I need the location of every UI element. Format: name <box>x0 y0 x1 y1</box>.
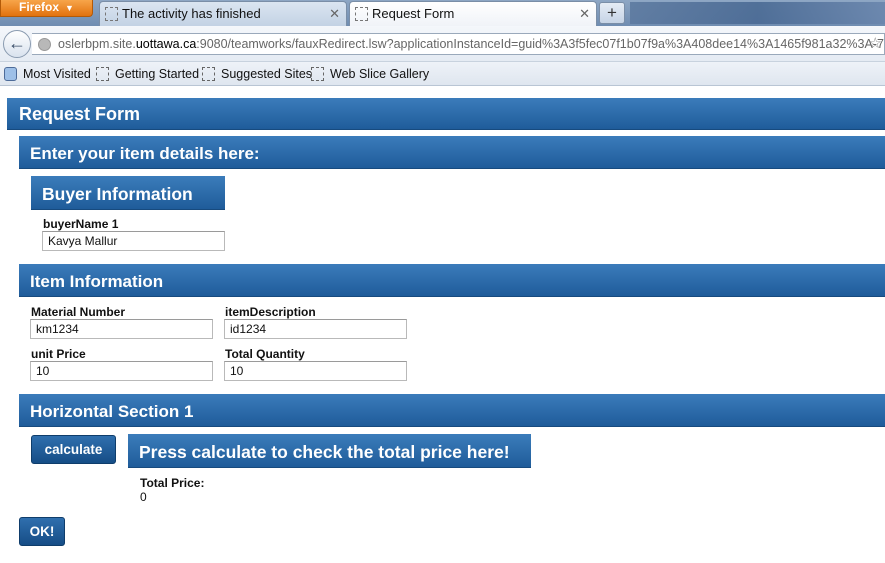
globe-icon <box>38 38 51 51</box>
unit-price-label: unit Price <box>31 347 86 361</box>
firefox-menu-button[interactable]: Firefox ▼ <box>0 0 93 17</box>
total-price-label: Total Price: <box>140 476 205 490</box>
buyer-section-heading: Buyer Information <box>31 176 225 210</box>
ok-button[interactable]: OK! <box>19 517 65 546</box>
url-domain: uottawa.ca <box>135 37 197 51</box>
url-suffix: :9080/teamworks/fauxRedirect.lsw?applica… <box>196 37 885 51</box>
material-number-field[interactable]: km1234 <box>30 319 213 339</box>
tab-request-form[interactable]: Request Form ✕ <box>349 1 597 26</box>
chevron-down-icon: ▼ <box>65 3 74 13</box>
calculate-button[interactable]: calculate <box>31 435 116 464</box>
bookmark-label: Most Visited <box>23 67 91 81</box>
back-button[interactable]: ← <box>3 30 31 58</box>
request-form-page: Request Form Enter your item details her… <box>0 87 885 563</box>
most-visited-icon <box>4 67 17 81</box>
page-icon <box>311 67 324 81</box>
item-description-label: itemDescription <box>225 305 316 319</box>
back-arrow-icon: ← <box>8 33 26 53</box>
tab-title: Request Form <box>372 6 455 21</box>
buyer-name-field[interactable]: Kavya Mallur <box>42 231 225 251</box>
buyer-name-label: buyerName 1 <box>43 217 119 231</box>
material-number-label: Material Number <box>31 305 126 319</box>
close-icon[interactable]: ✕ <box>579 2 590 26</box>
close-icon[interactable]: ✕ <box>329 2 340 26</box>
details-section-heading: Enter your item details here: <box>19 136 885 169</box>
bookmark-getting-started[interactable]: Getting Started <box>96 66 199 82</box>
item-description-field[interactable]: id1234 <box>224 319 407 339</box>
bookmark-most-visited[interactable]: Most Visited <box>4 66 91 82</box>
address-bar[interactable]: oslerbpm.site.uottawa.ca:9080/teamworks/… <box>32 33 885 55</box>
tab-title: The activity has finished <box>122 6 261 21</box>
bookmark-star-icon[interactable]: ☆ <box>869 34 882 54</box>
bookmark-label: Getting Started <box>115 67 200 81</box>
total-price-section-heading: Press calculate to check the total price… <box>128 434 531 468</box>
total-quantity-label: Total Quantity <box>225 347 305 361</box>
tab-activity-finished[interactable]: The activity has finished ✕ <box>99 1 347 26</box>
bookmark-web-slice-gallery[interactable]: Web Slice Gallery <box>311 66 429 82</box>
page-icon <box>96 67 109 81</box>
page-icon <box>355 7 368 21</box>
obscured-tabs-area <box>630 2 885 24</box>
total-price-value: 0 <box>140 490 147 504</box>
unit-price-field[interactable]: 10 <box>30 361 213 381</box>
bookmarks-toolbar: Most Visited Getting Started Suggested S… <box>0 62 885 86</box>
new-tab-button[interactable]: + <box>599 2 625 24</box>
bookmark-label: Suggested Sites <box>221 67 313 81</box>
navigation-bar: ← oslerbpm.site.uottawa.ca:9080/teamwork… <box>0 26 885 62</box>
page-icon <box>202 67 215 81</box>
item-section-heading: Item Information <box>19 264 885 297</box>
browser-tab-strip: Firefox ▼ The activity has finished ✕ Req… <box>0 0 885 26</box>
horizontal-section-heading: Horizontal Section 1 <box>19 394 885 427</box>
bookmark-label: Web Slice Gallery <box>330 67 430 81</box>
url-prefix: oslerbpm.site. <box>58 37 136 51</box>
page-icon <box>105 7 118 21</box>
bookmark-suggested-sites[interactable]: Suggested Sites <box>202 66 312 82</box>
firefox-menu-label: Firefox <box>19 0 60 14</box>
page-title: Request Form <box>7 98 885 130</box>
total-quantity-field[interactable]: 10 <box>224 361 407 381</box>
